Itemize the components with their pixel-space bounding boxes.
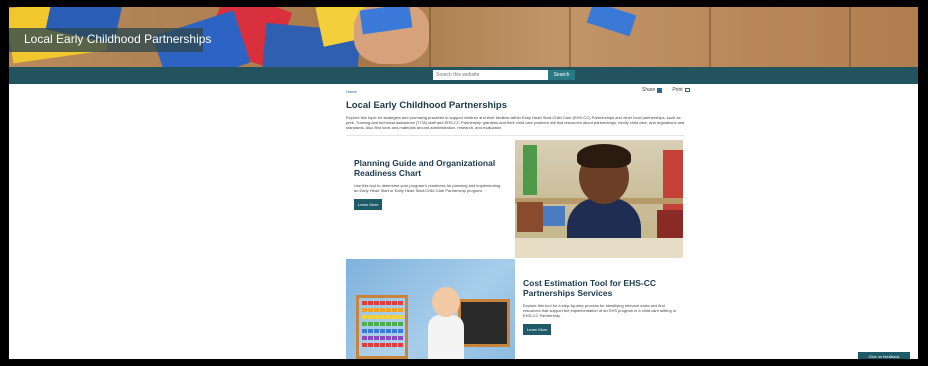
abacus-beads xyxy=(362,315,404,319)
abacus-beads xyxy=(362,329,404,333)
photo-child-head xyxy=(432,287,460,317)
photo-bin xyxy=(543,206,565,226)
breadcrumb-home[interactable]: Home xyxy=(346,89,357,94)
share-link[interactable]: Share xyxy=(642,87,663,93)
hero-wood-plank xyxy=(709,7,711,67)
card-cost-estimation: Cost Estimation Tool for EHS-CC Partners… xyxy=(523,278,681,336)
photo-table xyxy=(515,238,683,258)
feedback-label: Give us feedback xyxy=(868,354,900,359)
feedback-button[interactable]: Give us feedback xyxy=(858,352,910,359)
photo-bin xyxy=(517,202,543,232)
card-planning-guide: Planning Guide and Organizational Readin… xyxy=(354,158,504,211)
toddler-photo xyxy=(515,140,683,258)
photo-child-hair xyxy=(577,144,631,168)
card-body: Explore this tool for a step-by-step pro… xyxy=(523,303,677,318)
share-icon xyxy=(657,87,663,93)
hero-wood-plank xyxy=(429,7,431,67)
abacus-beads xyxy=(362,301,404,305)
abacus-beads xyxy=(362,322,404,326)
print-link[interactable]: Print xyxy=(672,87,690,93)
photo-abacus xyxy=(356,295,408,359)
card-title: Cost Estimation Tool for EHS-CC Partners… xyxy=(523,278,657,298)
photo-bin xyxy=(657,210,683,238)
print-icon xyxy=(684,88,690,92)
print-label: Print xyxy=(672,87,683,93)
abacus-photo xyxy=(346,259,515,359)
photo-child-body xyxy=(428,315,464,359)
hero-wood-plank xyxy=(569,7,571,67)
share-label: Share xyxy=(642,87,656,93)
card-body: Use this tool to determine your program'… xyxy=(354,183,501,193)
learn-more-button[interactable]: Learn More xyxy=(354,199,383,210)
page-intro: Explore this topic for strategies and pr… xyxy=(346,115,685,130)
page-tools: Share Print xyxy=(642,87,690,93)
photo-chalkboard xyxy=(458,299,510,347)
page: Local Early Childhood Partnerships Searc… xyxy=(9,7,918,359)
search-input[interactable] xyxy=(433,70,551,80)
learn-more-button[interactable]: Learn More xyxy=(523,324,552,335)
abacus-beads xyxy=(362,343,404,347)
divider xyxy=(346,135,684,136)
card-title: Planning Guide and Organizational Readin… xyxy=(354,158,496,178)
search-bar: Search xyxy=(9,67,918,84)
hero-title: Local Early Childhood Partnerships xyxy=(24,32,212,46)
page-title: Local Early Childhood Partnerships xyxy=(346,100,508,111)
abacus-beads xyxy=(362,336,404,340)
photo-decor xyxy=(523,145,537,195)
hero-wood-plank xyxy=(849,7,851,67)
hero-puzzle-piece xyxy=(586,7,637,37)
search-button[interactable]: Search xyxy=(548,70,575,80)
abacus-beads xyxy=(362,308,404,312)
hero-banner: Local Early Childhood Partnerships xyxy=(9,7,918,67)
